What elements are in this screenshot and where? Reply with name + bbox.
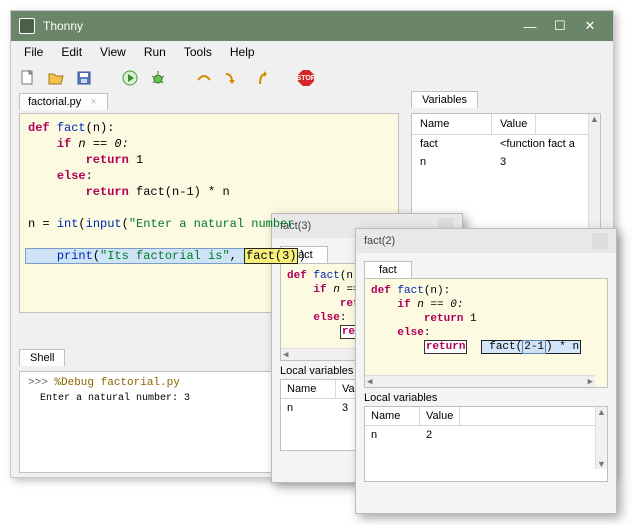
shell-prompt: >>> [28, 377, 54, 389]
new-file-icon[interactable] [19, 69, 37, 87]
scrollbar-vertical[interactable]: ▲▼ [595, 407, 607, 469]
tab-label: factorial.py [28, 96, 81, 108]
popup-code: def fact(n): if n == 0: return 1 else: r… [364, 278, 608, 388]
table-row[interactable]: n3 [412, 153, 600, 171]
callstack-popup-fact2[interactable]: fact(2) fact def fact(n): if n == 0: ret… [355, 228, 617, 514]
col-name[interactable]: Name [412, 114, 492, 134]
run-icon[interactable] [121, 69, 139, 87]
maximize-button[interactable]: ☐ [545, 18, 575, 34]
menu-tools[interactable]: Tools [177, 43, 219, 61]
menu-help[interactable]: Help [223, 43, 262, 61]
scrollbar-horizontal[interactable]: ◀▶ [365, 375, 595, 387]
col-name[interactable]: Name [281, 380, 336, 398]
popup-titlebar[interactable]: fact(2) [356, 229, 616, 253]
variables-tab[interactable]: Variables [411, 91, 478, 108]
editor-tab-factorial[interactable]: factorial.py × [19, 93, 108, 110]
menu-edit[interactable]: Edit [54, 43, 89, 61]
menu-view[interactable]: View [93, 43, 133, 61]
window-title: Thonny [43, 19, 515, 33]
toolbar: STOP [11, 63, 613, 93]
open-file-icon[interactable] [47, 69, 65, 87]
local-vars-title: Local variables [364, 388, 608, 404]
shell-command: %Debug factorial.py [54, 377, 179, 389]
highlighted-call: fact(2-1) * n [481, 340, 581, 354]
save-file-icon[interactable] [75, 69, 93, 87]
highlighted-call: fact(3) [244, 248, 298, 264]
variables-header: Name Value [412, 114, 600, 135]
debug-icon[interactable] [149, 69, 167, 87]
menu-run[interactable]: Run [137, 43, 173, 61]
stop-icon: STOP [298, 70, 314, 86]
table-row[interactable]: fact<function fact a [412, 135, 600, 153]
menu-file[interactable]: File [17, 43, 50, 61]
popup-close-button[interactable] [592, 233, 608, 249]
menubar: File Edit View Run Tools Help [11, 41, 613, 63]
stop-button[interactable]: STOP [297, 69, 315, 87]
editor-tabstrip: factorial.py × [19, 93, 108, 113]
col-value[interactable]: Value [492, 114, 536, 134]
highlighted-expression: 2-1 [522, 340, 546, 354]
shell-tab[interactable]: Shell [19, 349, 65, 366]
step-into-icon[interactable] [223, 69, 241, 87]
tab-close-icon[interactable]: × [90, 96, 96, 108]
col-value[interactable]: Value [420, 407, 460, 425]
table-row[interactable]: n2 [365, 426, 607, 444]
titlebar: Thonny — ☐ ✕ [11, 11, 613, 41]
step-over-icon[interactable] [195, 69, 213, 87]
app-icon [19, 18, 35, 34]
close-button[interactable]: ✕ [575, 18, 605, 34]
step-out-icon[interactable] [251, 69, 269, 87]
local-vars-grid: Name Value n2 ▲▼ [364, 406, 608, 482]
minimize-button[interactable]: — [515, 19, 545, 34]
col-name[interactable]: Name [365, 407, 420, 425]
